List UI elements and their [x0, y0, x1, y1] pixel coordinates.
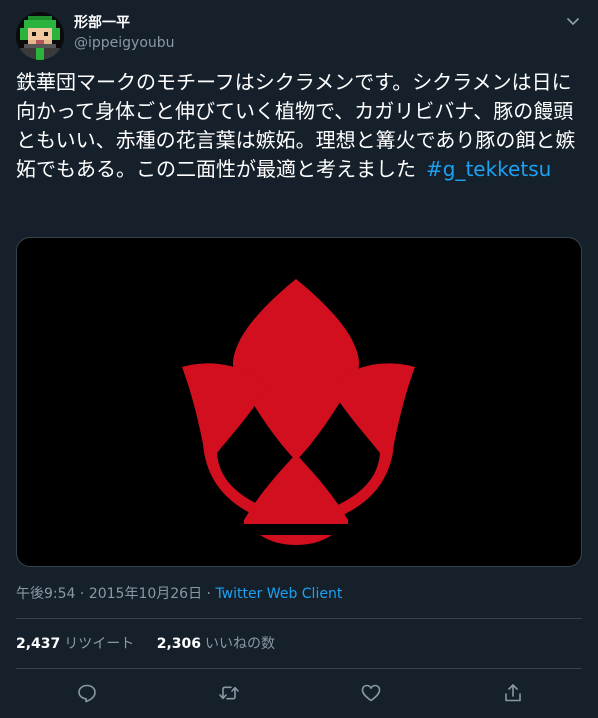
retweets-count: 2,437 — [16, 636, 61, 652]
tweet-actions — [16, 680, 582, 710]
retweet-icon[interactable] — [218, 682, 240, 704]
tweet-card: 形部一平 @ippeigyoubu 鉄華団マークのモチーフはシクラメンです。シク… — [0, 0, 598, 718]
user-names: 形部一平 @ippeigyoubu — [74, 13, 175, 53]
share-icon[interactable] — [502, 682, 524, 704]
tweet-text: 鉄華団マークのモチーフはシクラメンです。シクラメンは日に向かって身体ごと伸びてい… — [16, 68, 586, 184]
tweet-time[interactable]: 午後9:54 — [16, 586, 75, 602]
tweet-date[interactable]: 2015年10月26日 — [89, 586, 202, 602]
meta-separator: · — [75, 586, 89, 602]
tweet-header: 形部一平 @ippeigyoubu — [16, 10, 582, 62]
tweet-media[interactable] — [16, 237, 582, 567]
likes-count: 2,306 — [156, 636, 202, 652]
likes-label: いいねの数 — [205, 636, 276, 652]
tweet-meta: 午後9:54 · 2015年10月26日 · Twitter Web Clien… — [16, 584, 342, 604]
user-handle[interactable]: @ippeigyoubu — [74, 33, 175, 53]
tekkadan-emblem-icon — [182, 279, 415, 545]
meta-separator: · — [202, 586, 216, 602]
divider — [16, 668, 582, 669]
like-icon[interactable] — [360, 682, 382, 704]
pixel-art-avatar-icon — [16, 12, 64, 60]
likes-stat[interactable]: 2,306 いいねの数 — [157, 636, 275, 652]
reply-icon[interactable] — [76, 682, 98, 704]
retweets-stat[interactable]: 2,437 リツイート — [16, 636, 134, 652]
avatar[interactable] — [16, 12, 64, 60]
chevron-down-icon[interactable] — [564, 12, 582, 30]
divider — [16, 618, 582, 619]
tweet-stats: 2,437 リツイート 2,306 いいねの数 — [16, 634, 293, 654]
tweet-source-link[interactable]: Twitter Web Client — [215, 586, 342, 602]
retweets-label: リツイート — [64, 636, 135, 652]
display-name[interactable]: 形部一平 — [74, 13, 175, 33]
hashtag-link[interactable]: #g_tekketsu — [426, 157, 551, 181]
